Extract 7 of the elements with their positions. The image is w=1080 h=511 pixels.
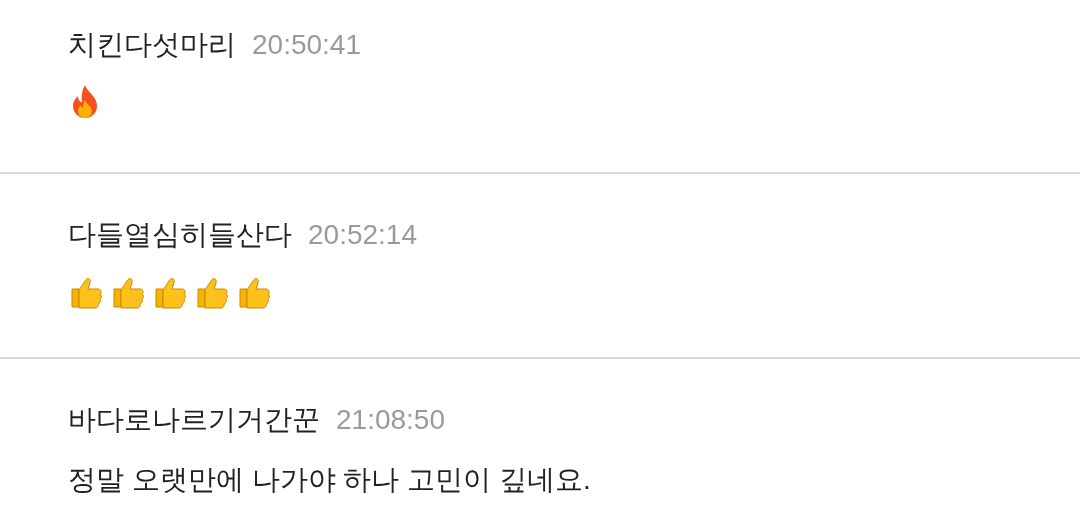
timestamp: 20:52:14	[308, 218, 417, 252]
message-text: 정말 오랫만에 나가야 하나 고민이 깊네요.	[68, 463, 591, 497]
timestamp: 21:08:50	[336, 403, 445, 437]
author-name: 치킨다섯마리	[68, 28, 236, 62]
timestamp: 20:50:41	[252, 28, 361, 62]
author-name: 다들열심히들산다	[68, 218, 292, 252]
author-name: 바다로나르기거간꾼	[68, 403, 320, 437]
